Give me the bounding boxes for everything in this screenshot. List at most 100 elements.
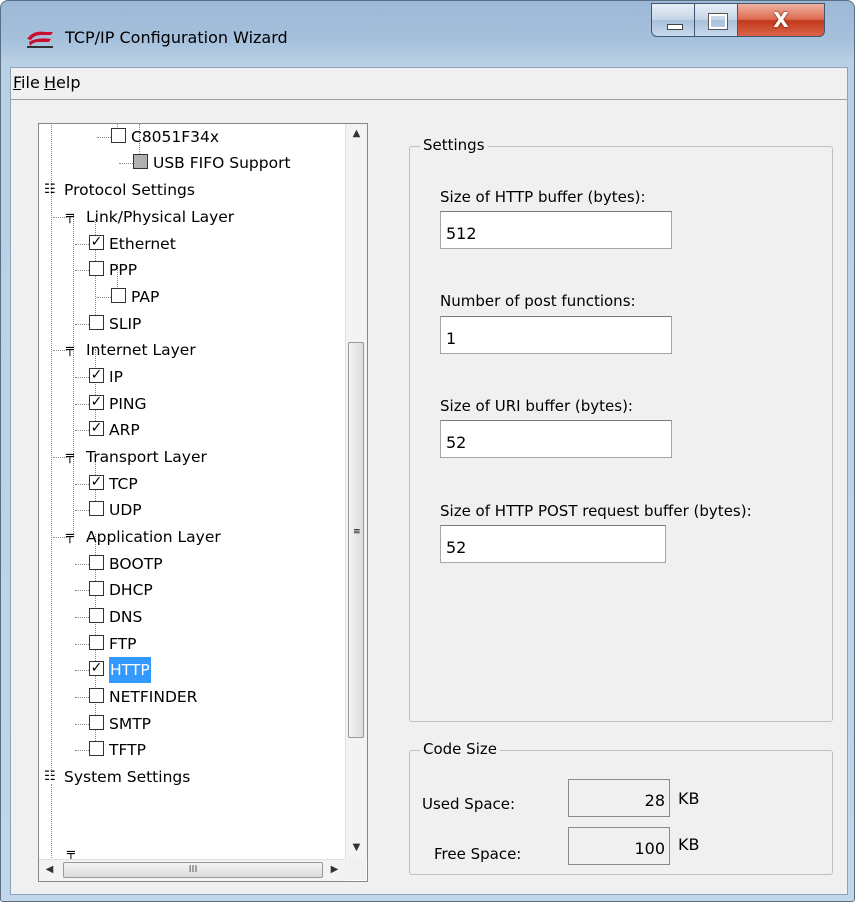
menu-file-label: ile <box>21 73 40 92</box>
tree-node-bootp[interactable]: BOOTP <box>39 551 344 577</box>
checkbox-unchecked[interactable] <box>89 261 104 276</box>
post-request-buffer-label: Size of HTTP POST request buffer (bytes)… <box>440 502 752 520</box>
tree-node-label: TCP <box>109 475 138 493</box>
checkbox-unchecked[interactable] <box>89 581 104 596</box>
minimize-button[interactable] <box>651 3 695 37</box>
silabs-logo-icon <box>27 31 53 48</box>
menu-help-accel: H <box>44 73 57 92</box>
checkbox-unchecked[interactable] <box>89 608 104 623</box>
checkbox-checked[interactable]: ✓ <box>89 395 104 410</box>
uri-buffer-input[interactable] <box>440 420 672 458</box>
minimize-icon <box>667 24 683 30</box>
tree-node-tcp[interactable]: ✓ TCP <box>39 471 344 497</box>
tree-node-label: System Settings <box>64 768 191 786</box>
maximize-button[interactable] <box>694 3 738 37</box>
http-buffer-input[interactable] <box>440 211 672 249</box>
checkbox-unchecked[interactable] <box>89 501 104 516</box>
tree-node-link-physical-layer[interactable]: ╤ Link/Physical Layer <box>39 204 344 230</box>
checkbox-unchecked[interactable] <box>89 555 104 570</box>
menu-bar: File Help <box>11 68 847 98</box>
menu-separator <box>11 99 847 100</box>
tree-vertical-scrollbar[interactable]: ▲ ≡ ▼ <box>345 124 367 859</box>
tree-node-dns[interactable]: DNS <box>39 604 344 630</box>
checkbox-indeterminate[interactable] <box>133 154 148 169</box>
title-bar[interactable]: TCP/IP Configuration Wizard X <box>1 1 854 57</box>
post-functions-input[interactable] <box>440 316 672 354</box>
tree-node-c8051f34x[interactable]: C8051F34x <box>39 124 344 150</box>
protocol-tree[interactable]: C8051F34x USB FIFO Support ☷ Protocol Setti… <box>38 123 368 882</box>
settings-group: Settings Size of HTTP buffer (bytes): Nu… <box>409 136 833 722</box>
tree-connector-line <box>51 784 52 859</box>
menu-file-accel: F <box>13 73 22 92</box>
window-title: TCP/IP Configuration Wizard <box>65 28 288 47</box>
tree-node-label: Link/Physical Layer <box>86 208 235 226</box>
tree-node-ppp[interactable]: PPP <box>39 257 344 283</box>
tree-node-label: PPP <box>109 261 138 279</box>
tree-node-label: Internet Layer <box>86 341 196 359</box>
http-buffer-label: Size of HTTP buffer (bytes): <box>440 188 646 206</box>
menu-file[interactable]: File <box>13 73 40 92</box>
checkbox-unchecked[interactable] <box>89 315 104 330</box>
tree-node-udp[interactable]: UDP <box>39 497 344 523</box>
tree-node-label: NETFINDER <box>109 688 198 706</box>
menu-help[interactable]: Help <box>44 73 80 92</box>
tree-node-label: SMTP <box>109 715 152 733</box>
tree-node-netfinder[interactable]: NETFINDER <box>39 684 344 710</box>
tree-node-pap[interactable]: PAP <box>39 284 344 310</box>
tree-node-http[interactable]: ✓ HTTP <box>39 657 344 683</box>
tree-node-tftp[interactable]: TFTP <box>39 737 344 763</box>
used-space-value <box>568 779 670 817</box>
tree-node-label: PAP <box>131 288 160 306</box>
tree-node-ftp[interactable]: FTP <box>39 631 344 657</box>
layer-icon: ╤ <box>66 342 74 357</box>
close-button[interactable]: X <box>737 3 825 37</box>
tree-node-label: Ethernet <box>109 235 176 253</box>
layer-icon: ╤ <box>66 449 74 464</box>
checkbox-checked[interactable]: ✓ <box>89 421 104 436</box>
checkbox-checked[interactable]: ✓ <box>89 475 104 490</box>
tree-node-slip[interactable]: SLIP <box>39 311 344 337</box>
tree-node-ethernet[interactable]: ✓ Ethernet <box>39 231 344 257</box>
tree-node-arp[interactable]: ✓ ARP <box>39 417 344 443</box>
tree-node-label: Application Layer <box>86 528 221 546</box>
tree-node-label: DNS <box>109 608 143 626</box>
checkbox-unchecked[interactable] <box>89 635 104 650</box>
scrollbar-corner <box>345 859 366 880</box>
tree-node-ping[interactable]: ✓ PING <box>39 391 344 417</box>
vertical-scroll-thumb[interactable]: ≡ <box>348 342 364 738</box>
checkbox-unchecked[interactable] <box>89 741 104 756</box>
checkbox-unchecked[interactable] <box>111 128 126 143</box>
tree-node-usb-fifo-support[interactable]: USB FIFO Support <box>39 150 344 176</box>
scroll-up-icon[interactable]: ▲ <box>346 128 367 139</box>
close-icon: X <box>773 8 789 32</box>
used-space-unit: KB <box>678 789 700 808</box>
list-icon: ☷ <box>44 769 56 784</box>
tree-node-label: IP <box>109 368 123 386</box>
tree-node-label: UDP <box>109 501 142 519</box>
post-functions-label: Number of post functions: <box>440 292 636 310</box>
horizontal-scroll-thumb[interactable]: III <box>63 862 323 878</box>
tree-node-protocol-settings[interactable]: ☷ Protocol Settings <box>39 177 344 203</box>
tree-node-ip[interactable]: ✓ IP <box>39 364 344 390</box>
tree-node-transport-layer[interactable]: ╤ Transport Layer <box>39 444 344 470</box>
scroll-down-icon[interactable]: ▼ <box>346 842 367 853</box>
tree-node-dhcp[interactable]: DHCP <box>39 577 344 603</box>
checkbox-checked[interactable]: ✓ <box>89 235 104 250</box>
uri-buffer-label: Size of URI buffer (bytes): <box>440 397 633 415</box>
post-request-buffer-input[interactable] <box>440 525 666 563</box>
used-space-label: Used Space: <box>422 795 516 813</box>
tree-node-internet-layer[interactable]: ╤ Internet Layer <box>39 337 344 363</box>
scroll-right-icon[interactable]: ▶ <box>324 864 345 875</box>
tree-node-label: FTP <box>109 635 137 653</box>
checkbox-unchecked[interactable] <box>111 288 126 303</box>
tree-node-smtp[interactable]: SMTP <box>39 711 344 737</box>
tree-node-label: USB FIFO Support <box>153 154 291 172</box>
checkbox-unchecked[interactable] <box>89 715 104 730</box>
tree-node-system-settings[interactable]: ☷ System Settings <box>39 764 344 790</box>
scroll-left-icon[interactable]: ◀ <box>39 864 60 875</box>
checkbox-checked[interactable]: ✓ <box>89 368 104 383</box>
tree-horizontal-scrollbar[interactable]: ◀ III ▶ <box>39 859 345 881</box>
tree-node-application-layer[interactable]: ╤ Application Layer <box>39 524 344 550</box>
checkbox-unchecked[interactable] <box>89 688 104 703</box>
checkbox-checked[interactable]: ✓ <box>89 661 104 676</box>
